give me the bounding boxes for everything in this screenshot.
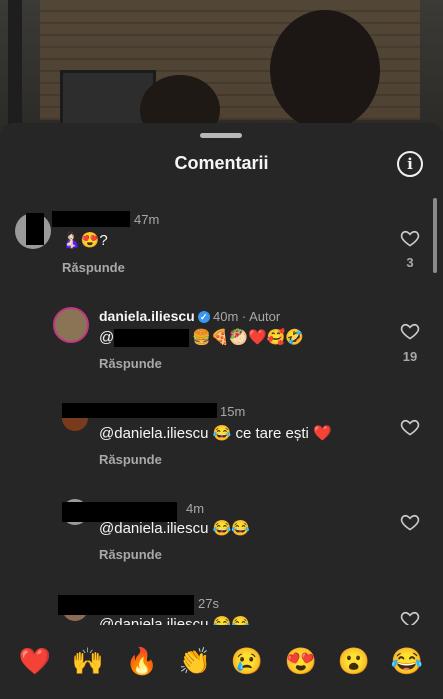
crying-emoji-button[interactable]: 😢 — [229, 643, 265, 679]
comment-time: 47m — [134, 212, 160, 227]
background-post — [8, 0, 22, 140]
like-heart-icon[interactable] — [400, 417, 420, 437]
like-count: 19 — [402, 349, 418, 364]
comment-item: daniela.iliescu ✓ 40m · Autor @d 🍔🍕🥙❤️🥰🤣 … — [0, 307, 443, 377]
like-count: 3 — [406, 255, 414, 270]
background-video — [0, 0, 443, 140]
comment-text: 🤱🏻😍? — [62, 232, 108, 249]
fire-emoji-button[interactable]: 🔥 — [124, 643, 160, 679]
verified-badge-icon: ✓ — [197, 311, 210, 324]
comment-item: 4m @daniela.iliescu 😂😂 Răspunde — [0, 499, 443, 569]
like-heart-icon[interactable] — [400, 512, 420, 532]
clapping-emoji-button[interactable]: 👏 — [177, 643, 213, 679]
reply-button[interactable]: Răspunde — [99, 452, 162, 467]
like-heart-icon[interactable] — [400, 228, 420, 248]
surprised-emoji-button[interactable]: 😮 — [336, 643, 372, 679]
raised-hands-emoji-button[interactable]: 🙌 — [70, 643, 106, 679]
username-text[interactable]: daniela.iliescu — [99, 308, 195, 324]
drag-handle[interactable] — [200, 133, 242, 138]
info-icon[interactable]: i — [397, 151, 423, 177]
redacted-avatar — [26, 213, 44, 245]
heart-emoji-button[interactable]: ❤️ — [17, 643, 53, 679]
comment-item: 15m @daniela.iliescu 😂 ce tare ești ❤️ R… — [0, 403, 443, 473]
comment-time: 15m — [220, 404, 246, 419]
background-person — [270, 10, 380, 130]
reply-button[interactable]: Răspunde — [99, 547, 162, 562]
redacted-username — [62, 403, 217, 418]
comment-text: @daniela.iliescu 😂😂 — [99, 520, 250, 537]
like-heart-icon[interactable] — [400, 321, 420, 341]
comment-meta: 40m · Autor — [213, 309, 281, 324]
comment-username[interactable]: daniela.iliescu ✓ — [99, 308, 213, 324]
comment-time: 4m — [186, 501, 205, 516]
comment-time: 27s — [198, 596, 219, 611]
reply-button[interactable]: Răspunde — [99, 356, 162, 371]
avatar[interactable] — [53, 307, 89, 343]
redacted-username — [58, 595, 194, 615]
comment-emojis: 🍔🍕🥙❤️🥰🤣 — [192, 329, 305, 346]
comment-item: 47m 🤱🏻😍? Răspunde 3 — [0, 211, 443, 281]
laughing-emoji-button[interactable]: 😂 — [389, 643, 425, 679]
redacted-username — [52, 211, 130, 227]
redacted-mention — [114, 329, 189, 347]
comments-sheet: Comentarii i 47m 🤱🏻😍? Răspunde 3 daniela… — [0, 123, 443, 699]
sheet-title: Comentarii — [174, 153, 269, 173]
comment-text: @daniela.iliescu 😂 ce tare ești ❤️ — [99, 425, 332, 442]
reply-button[interactable]: Răspunde — [62, 260, 125, 275]
emoji-reaction-bar: ❤️ 🙌 🔥 👏 😢 😍 😮 😂 — [0, 625, 443, 699]
heart-eyes-emoji-button[interactable]: 😍 — [283, 643, 319, 679]
